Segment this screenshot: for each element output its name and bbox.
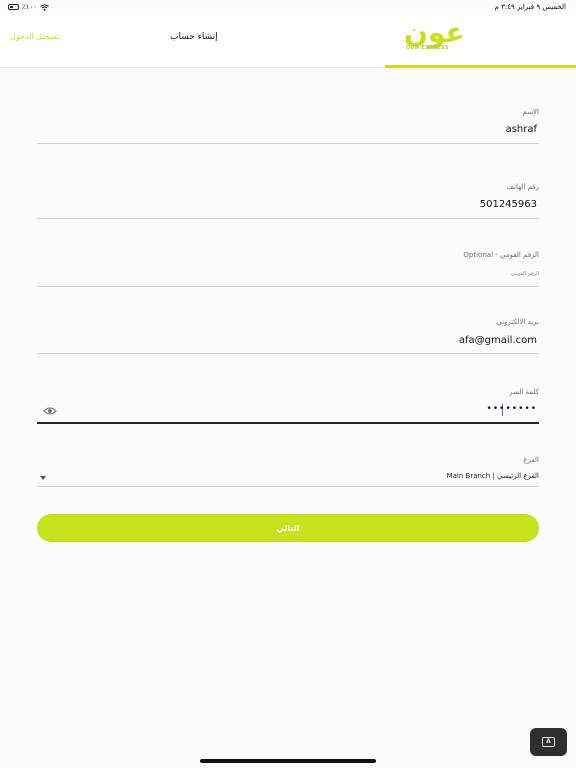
name-label: الاسم [522, 108, 539, 116]
battery-percentage: ٪١٠٠ [22, 3, 38, 11]
logo-subtitle: OUN EXPRESS [406, 45, 449, 51]
branch-select[interactable]: الفرع الفرع الرئيسي | Main Branch [37, 456, 539, 487]
status-indicators: ٪١٠٠ [8, 3, 49, 11]
national-id-field[interactable]: الرقم القومي - Optional الرقم القومي [37, 249, 539, 287]
phone-label: رقم الهاتف [506, 183, 539, 191]
email-field[interactable]: بريد الالكتروني afa@gmail.com [37, 316, 539, 354]
tab-login[interactable]: تسجيل الدخول [10, 32, 59, 41]
brand-logo: عون OUN EXPRESS [404, 18, 482, 58]
branch-value: الفرع الرئيسي | Main Branch [446, 472, 539, 480]
status-bar: ٪١٠٠ الخميس ٩ فبراير ٣:٤٩ م [0, 0, 576, 14]
password-input-row: •••••••• [37, 401, 539, 421]
branch-label: الفرع [523, 456, 539, 464]
national-id-input[interactable]: الرقم القومي [511, 271, 539, 277]
next-button[interactable]: التالي [37, 514, 539, 542]
chevron-down-icon[interactable] [40, 476, 46, 480]
active-tab-indicator [385, 65, 576, 68]
name-field[interactable]: الاسم ashraf [37, 106, 539, 144]
keyboard-icon: A [542, 737, 555, 747]
keyboard-toggle-button[interactable]: A [530, 728, 567, 756]
password-field[interactable]: كلمة السر •••••••• [37, 386, 539, 424]
national-id-label: الرقم القومي - Optional [463, 251, 539, 259]
status-datetime: الخميس ٩ فبراير ٣:٤٩ م [494, 3, 566, 11]
name-input[interactable]: ashraf [506, 124, 537, 135]
home-indicator[interactable] [200, 759, 376, 763]
wifi-icon [40, 3, 49, 11]
app-header: تسجيل الدخول إنشاء حساب عون OUN EXPRESS [0, 14, 576, 68]
logo-brand-text: عون [404, 16, 465, 49]
phone-field[interactable]: رقم الهاتف 501245963 [37, 181, 539, 219]
tab-register[interactable]: إنشاء حساب [170, 32, 218, 42]
phone-input[interactable]: 501245963 [480, 199, 537, 210]
show-password-eye-icon[interactable] [43, 406, 57, 416]
email-label: بريد الالكتروني [496, 318, 539, 326]
password-input[interactable]: •••••••• [487, 404, 537, 414]
password-label: كلمة السر [509, 388, 539, 396]
battery-icon [8, 4, 19, 10]
email-input[interactable]: afa@gmail.com [459, 335, 537, 346]
